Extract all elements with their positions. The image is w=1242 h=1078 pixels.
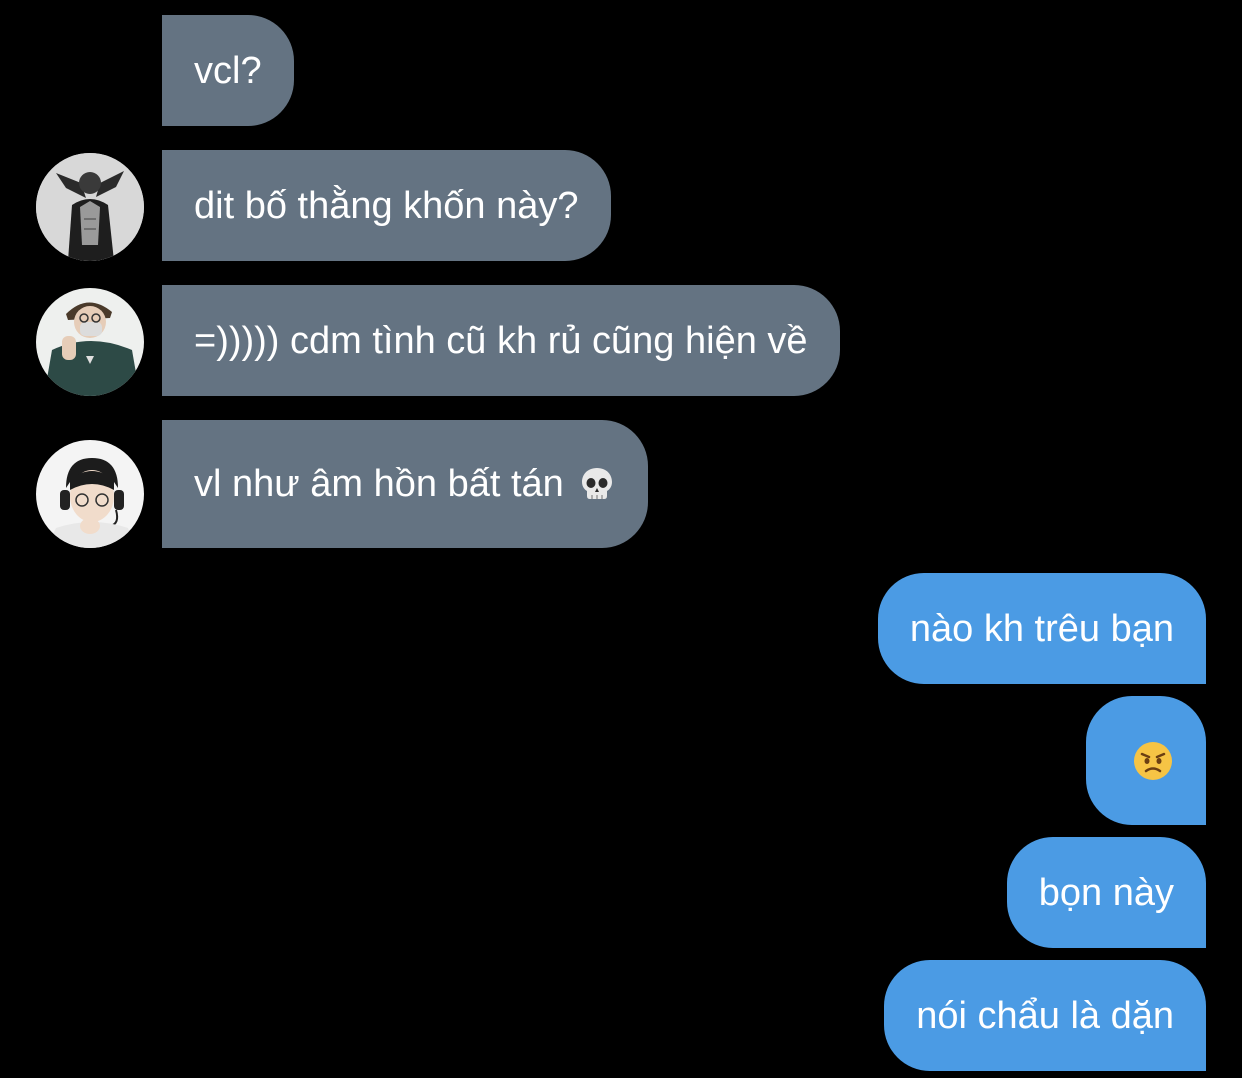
message-text: vl như âm hồn bất tán — [194, 463, 564, 505]
avatar[interactable] — [36, 440, 144, 548]
avatar[interactable] — [36, 153, 144, 261]
incoming-message[interactable]: vl như âm hồn bất tán — [162, 420, 648, 548]
message-text: nào kh trêu bạn — [909, 607, 1174, 650]
message-text: nói chẩu là dặn — [916, 994, 1174, 1037]
message-text: bọn này — [1038, 871, 1174, 914]
message-text: vcl? — [194, 49, 262, 92]
skull-emoji-icon — [578, 465, 616, 503]
outgoing-message[interactable]: nói chẩu là dặn — [884, 960, 1206, 1071]
incoming-message[interactable]: =))))) cdm tình cũ kh rủ cũng hiện về — [162, 285, 840, 396]
angry-face-emoji-icon — [1132, 740, 1174, 782]
message-text: =))))) cdm tình cũ kh rủ cũng hiện về — [194, 319, 808, 362]
incoming-message[interactable]: vcl? — [162, 15, 294, 126]
incoming-message[interactable]: dit bố thằng khốn này? — [162, 150, 611, 261]
avatar-person-headset-icon — [36, 440, 144, 548]
avatar-person-masked-icon — [36, 288, 144, 396]
outgoing-message[interactable] — [1086, 696, 1206, 825]
outgoing-message[interactable]: nào kh trêu bạn — [877, 573, 1206, 684]
avatar[interactable] — [36, 288, 144, 396]
avatar-person-icon — [36, 153, 144, 261]
outgoing-message[interactable]: bọn này — [1006, 837, 1206, 948]
message-text: dit bố thằng khốn này? — [194, 184, 579, 227]
